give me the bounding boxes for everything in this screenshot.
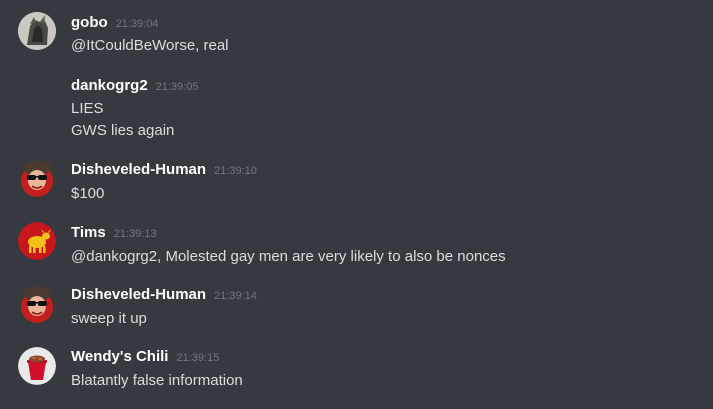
message-text: sweep it up [71,310,147,327]
message-header: dankogrg2 21:39:05 [71,77,199,97]
message-header: Tims 21:39:13 [71,224,157,244]
message-header: gobo 21:39:04 [71,14,158,34]
wendys-chili-avatar[interactable] [18,347,56,385]
message-text: @ItCouldBeWorse, real [71,37,229,54]
username[interactable]: Disheveled-Human [71,286,206,303]
timestamp: 21:39:14 [214,290,257,302]
message-text: Blatantly false information [71,372,243,389]
disheveled-human-avatar[interactable] [18,285,56,323]
disheveled-human-avatar[interactable] [18,159,56,197]
timestamp: 21:39:10 [214,165,257,177]
message-header: Disheveled-Human 21:39:14 [71,286,257,306]
message-text: GWS lies again [71,122,175,139]
timestamp: 21:39:04 [115,18,159,30]
message-text: $100 [71,185,105,202]
username[interactable]: Tims [71,224,106,241]
username[interactable]: Disheveled-Human [71,161,206,178]
message-text: LIES [71,100,104,117]
username[interactable]: Wendy's Chili [71,348,168,365]
timestamp: 21:39:13 [113,228,157,240]
timestamp: 21:39:05 [155,81,199,93]
username[interactable]: gobo [71,14,108,31]
message-header: Wendy's Chili 21:39:15 [71,348,219,368]
username[interactable]: dankogrg2 [71,77,148,94]
timestamp: 21:39:15 [176,352,220,364]
chat-message-list: gobo 21:39:04 @ItCouldBeWorse, real danko… [0,0,713,409]
message-text: @dankogrg2, Molested gay men are very li… [71,248,506,265]
gobo-avatar[interactable] [18,12,56,50]
tims-avatar[interactable] [18,222,56,260]
message-header: Disheveled-Human 21:39:10 [71,161,257,181]
